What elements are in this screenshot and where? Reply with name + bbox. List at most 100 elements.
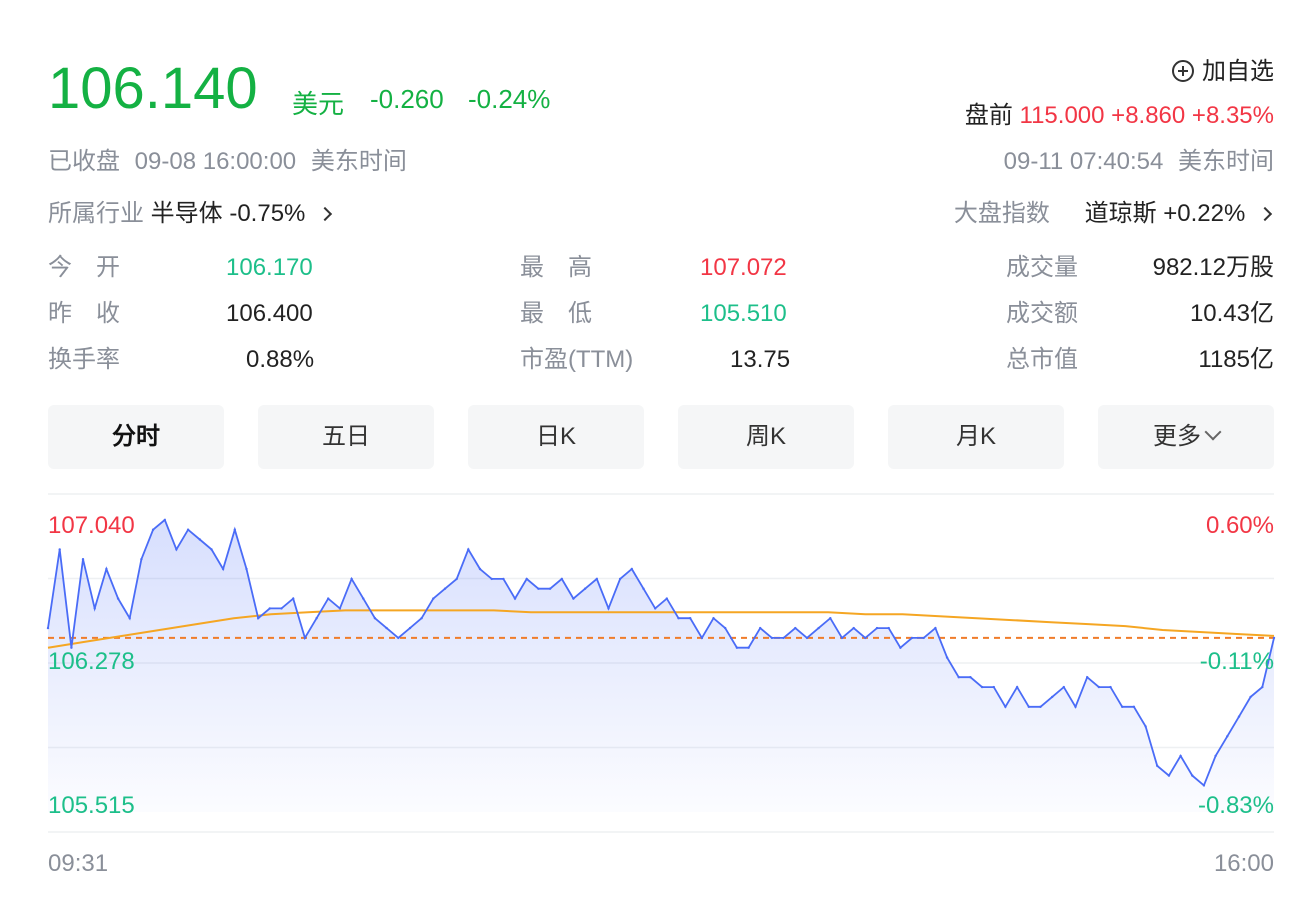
index-link[interactable]: 大盘指数 道琼斯 +0.22% <box>953 200 1273 228</box>
price-point <box>654 607 657 610</box>
tab-five-day[interactable]: 五日 <box>258 405 434 469</box>
price-point <box>140 558 143 561</box>
price-point <box>677 617 680 620</box>
price-point <box>630 567 633 571</box>
price-point <box>186 528 190 531</box>
price-point <box>922 636 925 640</box>
stat-prev: 106.400 <box>226 300 313 327</box>
price-point <box>502 577 505 581</box>
premarket-row: 盘前 115.000 +8.860 +8.35% <box>965 102 1274 130</box>
price-point <box>467 548 470 551</box>
industry-pct: -0.75% <box>229 200 306 227</box>
chevron-right-icon <box>1257 206 1273 222</box>
price-point <box>1214 754 1217 758</box>
price-point <box>1272 636 1276 640</box>
stat-volume-label: 成交量 <box>1006 254 1078 281</box>
price-point <box>268 607 271 610</box>
stat-open: 106.170 <box>226 254 313 281</box>
market-status: 已收盘 <box>48 148 120 175</box>
price-point <box>712 617 715 620</box>
tab-more[interactable]: 更多 <box>1098 405 1274 469</box>
price-point <box>607 607 610 610</box>
price-point <box>980 685 984 689</box>
price-point <box>362 597 365 600</box>
price-point <box>163 518 166 522</box>
stat-pe-label: 市盈(TTM) <box>520 346 634 373</box>
price-point <box>1109 685 1112 689</box>
price-point <box>992 685 995 689</box>
stat-amount-label: 成交额 <box>1006 300 1078 327</box>
price-point <box>1191 774 1194 777</box>
price-point <box>373 617 377 620</box>
price-point <box>1015 685 1019 689</box>
stat-mcap-label: 总市值 <box>1006 346 1078 373</box>
y-right-label-top: 0.60% <box>1205 512 1274 539</box>
price-point <box>1086 676 1089 679</box>
add-watchlist-button[interactable]: 加自选 <box>1172 58 1274 86</box>
stat-high-label: 最 高 <box>520 254 592 281</box>
stat-turnover-label: 换手率 <box>48 346 120 373</box>
tab-weekly-k[interactable]: 周K <box>678 405 854 469</box>
price-change-pct: -0.24% <box>468 84 551 114</box>
price-point <box>210 548 213 551</box>
premarket-change-pct: +8.35% <box>1191 102 1274 129</box>
price-change: -0.260 <box>370 84 444 114</box>
stat-mcap: 1185亿 <box>1198 346 1274 373</box>
price-point <box>1027 705 1031 708</box>
price-point <box>175 548 178 551</box>
price-point <box>887 626 890 630</box>
price-point <box>1144 725 1147 728</box>
price-point <box>151 528 155 531</box>
price-point <box>548 587 552 590</box>
price-point <box>875 626 879 630</box>
price-point <box>724 626 727 630</box>
tab-intraday[interactable]: 分时 <box>48 405 224 469</box>
premarket-label: 盘前 <box>964 102 1013 129</box>
price-point <box>805 636 809 640</box>
tab-monthly-k[interactable]: 月K <box>888 405 1064 469</box>
market-status-row: 已收盘 09-08 16:00:00 美东时间 <box>48 148 407 176</box>
currency-label: 美元 <box>292 89 345 119</box>
price-point <box>443 587 447 590</box>
x-label-end: 16:00 <box>1213 850 1274 877</box>
industry-label: 所属行业 <box>48 200 144 227</box>
index-pct: +0.22% <box>1163 200 1246 227</box>
close-timezone: 美东时间 <box>310 148 407 175</box>
price-point <box>1062 685 1066 689</box>
price-point <box>128 617 131 620</box>
price-point <box>303 636 307 640</box>
price-point <box>1004 705 1007 708</box>
price-point <box>1097 685 1101 689</box>
price-point <box>46 626 50 630</box>
tab-daily-k[interactable]: 日K <box>468 405 644 469</box>
x-label-start: 09:31 <box>48 850 109 877</box>
price-point <box>1237 715 1241 718</box>
price-point <box>58 548 61 551</box>
price-point <box>945 656 949 659</box>
index-label: 大盘指数 <box>953 200 1050 227</box>
industry-name: 半导体 <box>150 200 223 227</box>
price-point <box>81 558 85 561</box>
price-point <box>794 626 797 630</box>
price-point <box>1132 705 1136 708</box>
price-point <box>513 597 517 600</box>
y-right-label-bottom: -0.83% <box>1197 792 1274 819</box>
stat-pe: 13.75 <box>730 346 791 373</box>
price-point <box>840 636 844 640</box>
price-point <box>957 676 960 679</box>
price-point <box>233 528 236 531</box>
price-point <box>1039 705 1042 708</box>
price-point <box>735 646 739 649</box>
price-point <box>93 607 96 610</box>
price-point <box>420 617 423 620</box>
industry-link[interactable]: 所属行业 半导体 -0.75% <box>48 200 333 228</box>
price-point <box>455 577 458 581</box>
price-point <box>560 577 563 581</box>
intraday-chart[interactable] <box>0 490 1314 850</box>
premarket-time: 09-11 07:40:54 <box>1003 148 1164 175</box>
price-point <box>618 577 622 581</box>
price-point <box>864 636 867 640</box>
y-label-top: 107.040 <box>48 512 135 539</box>
chevron-right-icon <box>317 206 333 222</box>
price-point <box>572 597 575 600</box>
